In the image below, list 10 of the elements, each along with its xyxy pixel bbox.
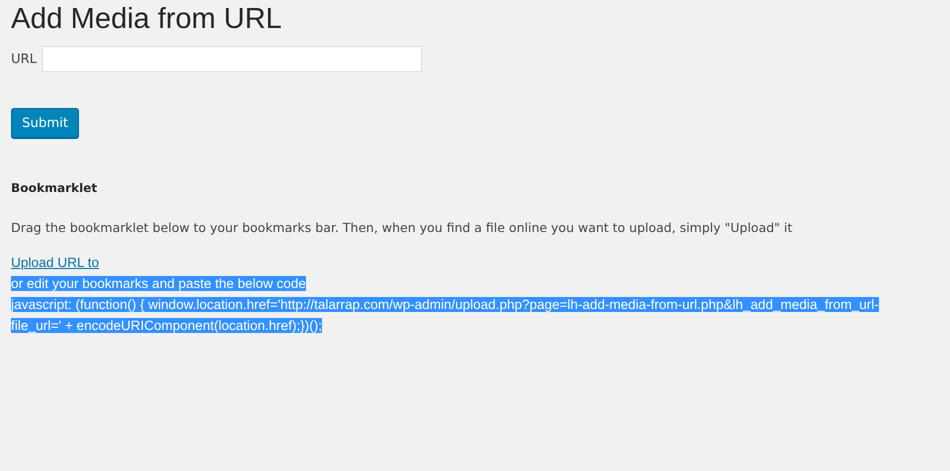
code-text: or edit your bookmarks and paste the below code	[11, 276, 306, 291]
instructions-text: Drag the bookmarklet below to your bookmarks bar. Then, when you find a file online you want to upload, simply "Upload" it	[11, 220, 794, 235]
url-label: URL	[11, 52, 37, 66]
url-input-field[interactable]	[42, 46, 422, 72]
section-heading: Bookmarklet	[11, 181, 98, 195]
code-text: file_url=' + encodeURIComponent(location.href);})();	[11, 318, 322, 333]
code-text: javascript: (function() { window.location.href='http://talarrap.com/wp-admin/upload.php?page=lh-add-media-from-url.php&lh_add_media_from_url-	[11, 297, 879, 312]
submit-button[interactable]: Submit	[11, 108, 80, 138]
page-title: Add Media from URL	[11, 2, 283, 36]
bookmarklet-link[interactable]: Upload URL to	[11, 255, 100, 270]
